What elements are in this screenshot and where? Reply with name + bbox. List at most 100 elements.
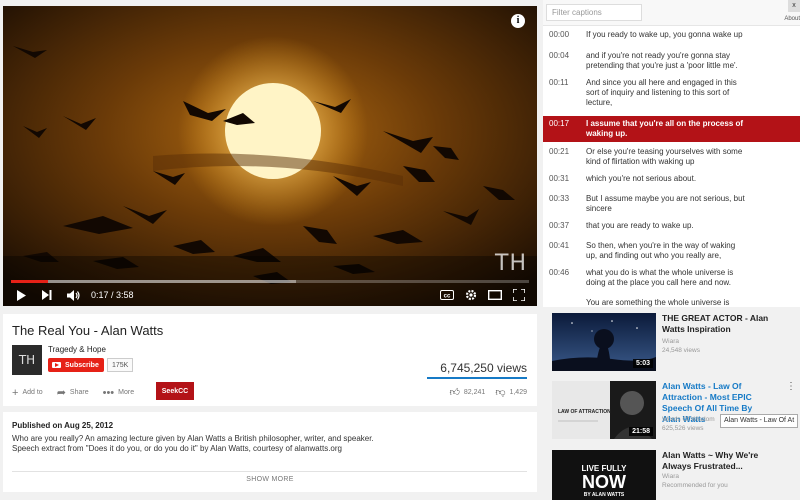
video-player[interactable]: i TH 0:17 / 3:58 cc — [3, 6, 537, 306]
subscribe-label: Subscribe — [65, 361, 99, 369]
progress-loaded — [11, 280, 296, 283]
caption-timestamp: 00:21 — [549, 147, 570, 156]
caption-line[interactable]: 00:04 and if you're not ready you're gonn… — [543, 51, 800, 75]
description-line-1: Who are you really? An amazing lecture g… — [12, 434, 374, 443]
channel-avatar[interactable]: TH — [12, 345, 42, 375]
thumbnail-text-line-3: BY ALAN WATTS — [583, 492, 625, 498]
caption-timestamp: 00:33 — [549, 194, 570, 203]
caption-text: and if you're not ready you're gonna sta… — [586, 51, 738, 70]
caption-text: But I assume maybe you are not serious, … — [586, 194, 745, 213]
video-title: The Real You - Alan Watts — [12, 323, 164, 338]
caption-timestamp: 00:04 — [549, 51, 570, 60]
filter-captions-input[interactable]: Filter captions — [546, 4, 642, 21]
caption-timestamp — [543, 298, 586, 307]
sentiment-bar — [427, 377, 527, 379]
share-label: Share — [69, 389, 89, 396]
divider — [12, 471, 527, 472]
captions-cc-icon[interactable]: cc — [437, 287, 457, 303]
recommendation-title[interactable]: Alan Watts ~ Why We're Always Frustrated… — [662, 450, 772, 472]
show-more-button[interactable]: SHOW MORE — [3, 476, 537, 483]
caption-timestamp: 00:00 — [549, 30, 570, 39]
subscriber-count: 175K — [107, 358, 134, 372]
caption-timestamp: 00:41 — [549, 241, 570, 250]
progress-played — [11, 280, 48, 283]
info-icon[interactable]: i — [511, 14, 525, 28]
duration-badge: 5:03 — [632, 359, 653, 368]
recommendation-channel: Wiara — [662, 338, 679, 345]
recommendation-views: 625,526 views — [662, 425, 704, 432]
subscribe-button[interactable]: Subscribe — [48, 358, 104, 372]
caption-line[interactable]: 00:33 But I assume maybe you are not seri… — [543, 194, 800, 218]
caption-line[interactable]: 00:11 And since you all here and engaged … — [543, 78, 800, 112]
seekcc-button[interactable]: SeekCC — [156, 382, 194, 400]
caption-text: You are something the whole universe is — [586, 298, 730, 307]
volume-icon[interactable] — [63, 287, 83, 303]
description-line-2: Speech extract from "Does it do you, or … — [12, 444, 342, 453]
caption-timestamp: 00:46 — [549, 268, 570, 277]
time-display: 0:17 / 3:58 — [91, 290, 134, 300]
caption-line[interactable]: 00:41 So then, when you're in the way of … — [543, 241, 800, 265]
recommendation-views: 24,548 views — [662, 347, 700, 354]
add-to-label: Add to — [22, 389, 43, 396]
recommendation-title[interactable]: THE GREAT ACTOR - Alan Watts Inspiration — [662, 313, 772, 335]
captions-panel: Filter captions x About 00:00 If you read… — [543, 0, 800, 307]
caption-text: which you're not serious about. — [586, 174, 697, 183]
action-bar: + Add to ➦ Share ••• More — [12, 386, 148, 400]
player-controls: 0:17 / 3:58 cc — [3, 284, 537, 306]
share-button[interactable]: ➦ Share — [57, 386, 89, 399]
video-thumbnail[interactable]: LIVE FULLY NOW BY ALAN WATTS — [552, 450, 656, 500]
caption-text: that you are ready to wake up. — [586, 221, 694, 230]
caption-timestamp: 00:31 — [549, 174, 570, 183]
more-dots-icon: ••• — [102, 386, 115, 399]
close-captions-button[interactable]: x — [788, 0, 800, 12]
captions-header: Filter captions x About — [543, 0, 800, 26]
settings-gear-icon[interactable] — [461, 287, 481, 303]
caption-text: I assume that you're all on the process … — [586, 119, 744, 138]
about-link[interactable]: About — [784, 16, 800, 22]
caption-line[interactable]: 00:17 I assume that you're all on the pro… — [543, 116, 800, 142]
more-label: More — [118, 389, 135, 396]
recommendation-item[interactable]: LIVE FULLY NOW BY ALAN WATTS Alan Watts … — [552, 450, 800, 500]
caption-text: Or else you're teasing yourselves with s… — [586, 147, 743, 166]
thumbnail-caption: LAW OF ATTRACTION — [558, 409, 611, 415]
recommendation-channel: Wiara — [662, 473, 679, 480]
channel-watermark: TH — [495, 251, 527, 276]
video-thumbnail[interactable]: LAW OF ATTRACTION 21:58 — [552, 381, 656, 439]
caption-line[interactable]: You are something the whole universe is — [543, 298, 800, 307]
like-count: 82,241 — [463, 388, 486, 396]
plus-icon: + — [12, 386, 19, 399]
description-panel: Published on Aug 25, 2012 Who are you re… — [3, 412, 537, 492]
caption-line[interactable]: 00:00 If you ready to wake up, you gonna … — [543, 30, 800, 44]
channel-name[interactable]: Tragedy & Hope — [48, 345, 106, 354]
dislike-count: 1,429 — [509, 388, 527, 396]
caption-line[interactable]: 00:21 Or else you're teasing yourselves w… — [543, 147, 800, 171]
video-thumbnail[interactable]: 5:03 — [552, 313, 656, 371]
caption-text: what you do is what the whole universe i… — [586, 268, 734, 287]
add-to-button[interactable]: + Add to — [12, 387, 43, 399]
caption-line[interactable]: 00:31 which you're not serious about. — [543, 174, 800, 188]
caption-line[interactable]: 00:37 that you are ready to wake up. — [543, 221, 800, 235]
thumbs-down-icon[interactable]: 👎︎ — [495, 386, 505, 398]
recommendation-item[interactable]: LAW OF ATTRACTION 21:58 Alan Watts - Law… — [552, 381, 800, 441]
publish-date: Published on Aug 25, 2012 — [12, 421, 114, 430]
video-frame-sunset-birds — [3, 6, 537, 306]
caption-line[interactable]: 00:46 what you do is what the whole unive… — [543, 268, 800, 294]
more-button[interactable]: ••• More — [103, 387, 135, 399]
thumbnail-text-line-2: NOW — [582, 472, 626, 492]
caption-text: If you ready to wake up, you gonna wake … — [586, 30, 743, 39]
view-count: 6,745,250 views — [440, 361, 527, 375]
fullscreen-icon[interactable] — [509, 287, 529, 303]
share-arrow-icon: ➦ — [56, 387, 66, 399]
thumbs-up-icon[interactable]: 👍︎ — [449, 386, 459, 398]
recommendation-item[interactable]: 5:03 THE GREAT ACTOR - Alan Watts Inspir… — [552, 313, 800, 373]
youtube-logo-icon — [52, 362, 61, 368]
theater-mode-icon[interactable] — [485, 287, 505, 303]
caption-timestamp: 00:37 — [549, 221, 570, 230]
next-icon[interactable] — [37, 287, 57, 303]
more-options-icon[interactable]: ⋮ — [786, 381, 796, 392]
play-icon[interactable] — [11, 287, 31, 303]
recommendation-channel: Words Of Wisdom — [662, 416, 715, 423]
duration-badge: 21:58 — [629, 427, 653, 436]
caption-text: And since you all here and engaged in th… — [586, 78, 737, 107]
progress-bar[interactable] — [11, 280, 529, 283]
